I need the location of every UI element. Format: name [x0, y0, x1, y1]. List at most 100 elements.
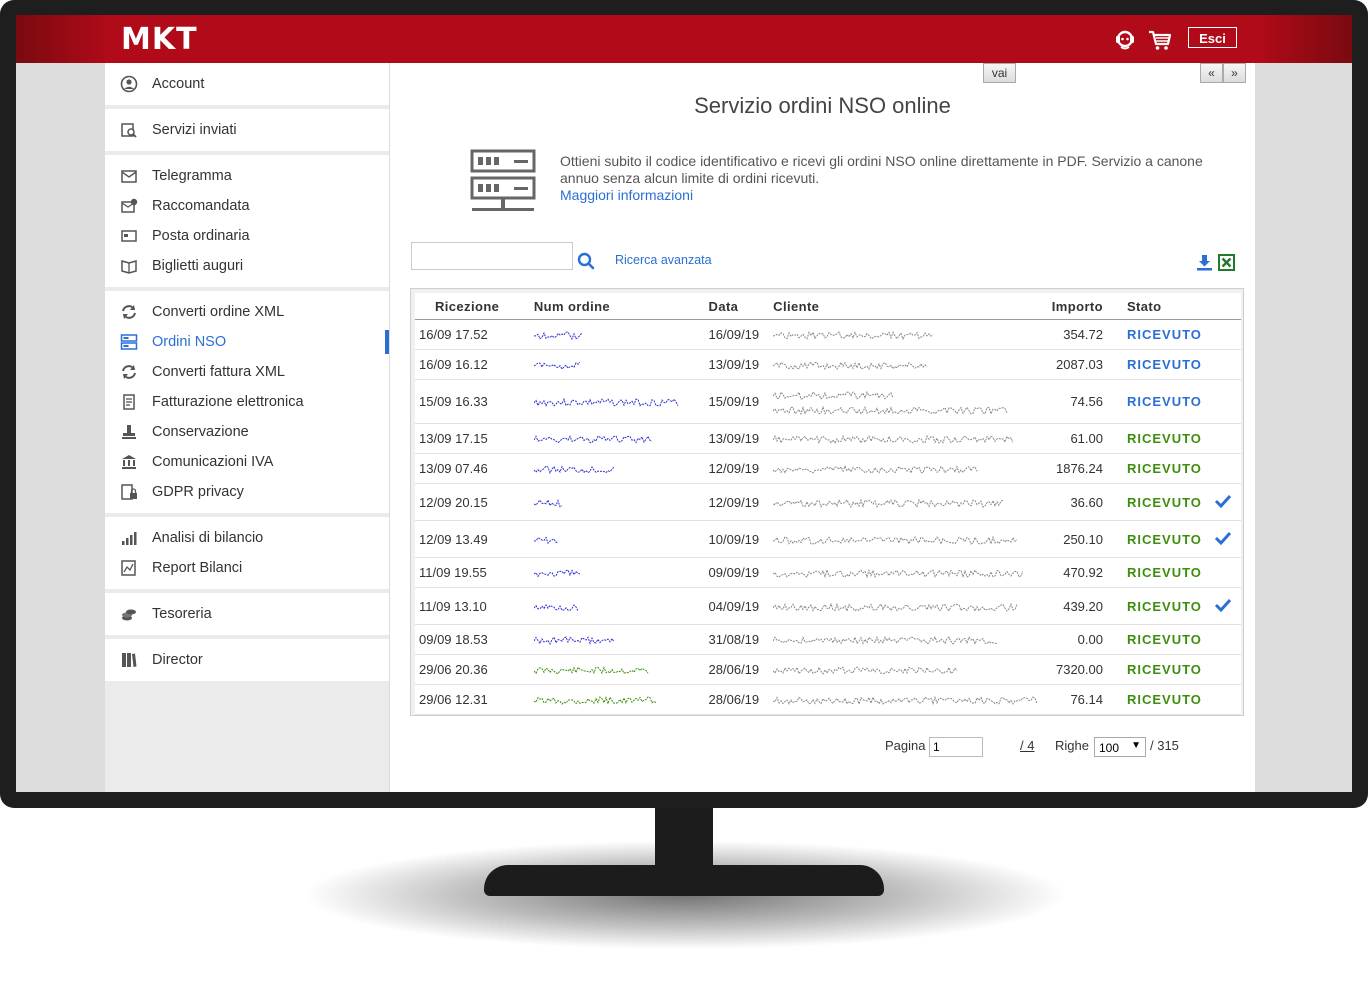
cell-ricezione: 13/09 17.15 [415, 423, 534, 454]
cell-check [1214, 379, 1241, 424]
cell-num-ordine-redacted[interactable] [533, 520, 709, 558]
sidebar-item-account[interactable]: Account [105, 69, 389, 99]
sidebar-item-biglietti-auguri[interactable]: Biglietti auguri [105, 251, 389, 281]
column-header-ricezione[interactable]: Ricezione [415, 293, 534, 320]
cell-importo: 250.10 [1038, 520, 1115, 558]
main-content: Servizio ordini NSO online Ottieni subit… [390, 63, 1255, 792]
sidebar-item-label: Posta ordinaria [152, 228, 250, 244]
sidebar-item-director[interactable]: Director [105, 645, 389, 675]
cell-num-ordine-redacted[interactable] [533, 423, 709, 454]
cell-num-ordine-redacted[interactable] [533, 319, 709, 350]
column-header-data[interactable]: Data [708, 293, 774, 320]
sidebar-item-converti-fattura-xml[interactable]: Converti fattura XML [105, 357, 389, 387]
table-row[interactable]: 16/09 16.12 13/09/19 2087.03 RICEVUTO [415, 349, 1241, 380]
cell-cliente-redacted [773, 520, 1039, 558]
archive-icon [122, 425, 136, 439]
cell-num-ordine-redacted[interactable] [533, 587, 709, 625]
cart-icon[interactable] [1148, 28, 1172, 52]
exit-button[interactable]: Esci [1188, 27, 1237, 48]
sidebar-item-analisi-di-bilancio[interactable]: Analisi di bilancio [105, 523, 389, 553]
checkmark-icon [1215, 598, 1232, 612]
orders-table: Ricezione Num ordine Data Cliente Import… [415, 293, 1241, 715]
status-badge: RICEVUTO [1126, 394, 1202, 409]
rows-per-page-value: 100 [1099, 741, 1120, 755]
advanced-search-link[interactable]: Ricerca avanzata [615, 253, 712, 267]
rows-label: Righe [1055, 738, 1089, 753]
table-row[interactable]: 11/09 13.10 04/09/19 439.20 RICEVUTO [415, 587, 1241, 625]
cell-num-ordine-redacted[interactable] [533, 624, 709, 655]
column-header-importo[interactable]: Importo [1038, 293, 1115, 320]
sidebar-group: Analisi di bilancio Report Bilanci [105, 517, 389, 589]
cell-num-ordine-redacted[interactable] [533, 654, 709, 685]
table-row[interactable]: 15/09 16.33 15/09/19 74.56 RICEVUTO [415, 379, 1241, 424]
cell-num-ordine-redacted[interactable] [533, 557, 709, 588]
sidebar-item-servizi-inviati[interactable]: Servizi inviati [105, 115, 389, 145]
go-button[interactable]: vai [983, 63, 1016, 83]
cell-stato: RICEVUTO [1114, 624, 1215, 655]
cell-stato: RICEVUTO [1114, 483, 1215, 521]
search-icon[interactable] [577, 252, 595, 270]
status-badge: RICEVUTO [1126, 598, 1202, 614]
cell-cliente-redacted [773, 557, 1039, 588]
logo[interactable]: MKT [121, 22, 198, 57]
sidebar-item-label: GDPR privacy [152, 484, 244, 500]
sidebar-item-converti-ordine-xml[interactable]: Converti ordine XML [105, 297, 389, 327]
sidebar-group: Servizi inviati [105, 109, 389, 151]
column-header-stato[interactable]: Stato [1114, 293, 1215, 320]
report-icon [121, 560, 136, 576]
total-pages: / 4 [1020, 738, 1035, 753]
page-number-input[interactable] [929, 737, 983, 757]
table-row[interactable]: 12/09 20.15 12/09/19 36.60 RICEVUTO [415, 483, 1241, 521]
cell-stato: RICEVUTO [1114, 587, 1215, 625]
cell-num-ordine-redacted[interactable] [533, 379, 709, 424]
previous-page-button[interactable]: « [1200, 63, 1223, 83]
sidebar-item-report-bilanci[interactable]: Report Bilanci [105, 553, 389, 583]
page-title: Servizio ordini NSO online [694, 93, 951, 118]
sidebar-item-posta-ordinaria[interactable]: Posta ordinaria [105, 221, 389, 251]
status-badge: RICEVUTO [1126, 461, 1202, 476]
table-row[interactable]: 29/06 20.36 28/06/19 7320.00 RICEVUTO [415, 654, 1241, 685]
cell-stato: RICEVUTO [1114, 379, 1215, 424]
column-header-num-ordine[interactable]: Num ordine [533, 293, 709, 320]
table-row[interactable]: 12/09 13.49 10/09/19 250.10 RICEVUTO [415, 520, 1241, 558]
sidebar-item-ordini-nso[interactable]: Ordini NSO [105, 327, 389, 357]
sidebar-item-raccomandata[interactable]: Raccomandata [105, 191, 389, 221]
sidebar-item-label: Comunicazioni IVA [152, 454, 274, 470]
sidebar-item-conservazione[interactable]: Conservazione [105, 417, 389, 447]
cell-importo: 76.14 [1038, 684, 1115, 715]
table-row[interactable]: 29/06 12.31 28/06/19 76.14 RICEVUTO [415, 684, 1241, 715]
download-icon[interactable] [1196, 254, 1213, 271]
cell-ricezione: 11/09 13.10 [415, 587, 534, 625]
convert-icon [122, 305, 136, 319]
sidebar-item-telegramma[interactable]: Telegramma [105, 161, 389, 191]
registered-mail-icon [121, 198, 138, 213]
search-input[interactable] [411, 242, 573, 270]
cell-stato: RICEVUTO [1114, 684, 1215, 715]
sidebar-item-label: Director [152, 652, 203, 668]
cell-num-ordine-redacted[interactable] [533, 483, 709, 521]
rows-per-page-select[interactable]: 100 ▼ [1094, 737, 1146, 757]
table-row[interactable]: 13/09 07.46 12/09/19 1876.24 RICEVUTO [415, 453, 1241, 484]
excel-export-icon[interactable] [1218, 254, 1235, 271]
status-badge: RICEVUTO [1126, 632, 1202, 647]
more-info-link[interactable]: Maggiori informazioni [560, 187, 1210, 204]
sidebar-item-comunicazioni-iva[interactable]: Comunicazioni IVA [105, 447, 389, 477]
cell-data: 04/09/19 [708, 587, 774, 625]
telegram-icon [121, 170, 137, 183]
support-icon[interactable] [1113, 28, 1137, 52]
sidebar-item-fatturazione-elettronica[interactable]: Fatturazione elettronica [105, 387, 389, 417]
column-header-cliente[interactable]: Cliente [773, 293, 1039, 320]
cell-num-ordine-redacted[interactable] [533, 684, 709, 715]
cell-num-ordine-redacted[interactable] [533, 453, 709, 484]
table-row[interactable]: 16/09 17.52 16/09/19 354.72 RICEVUTO [415, 319, 1241, 350]
cell-importo: 470.92 [1038, 557, 1115, 588]
next-page-button[interactable]: » [1223, 63, 1246, 83]
table-row[interactable]: 09/09 18.53 31/08/19 0.00 RICEVUTO [415, 624, 1241, 655]
sidebar-item-gdpr-privacy[interactable]: GDPR privacy [105, 477, 389, 507]
table-row[interactable]: 11/09 19.55 09/09/19 470.92 RICEVUTO [415, 557, 1241, 588]
cell-stato: RICEVUTO [1114, 557, 1215, 588]
cell-data: 28/06/19 [708, 684, 774, 715]
cell-num-ordine-redacted[interactable] [533, 349, 709, 380]
table-row[interactable]: 13/09 17.15 13/09/19 61.00 RICEVUTO [415, 423, 1241, 454]
sidebar-item-tesoreria[interactable]: Tesoreria [105, 599, 389, 629]
